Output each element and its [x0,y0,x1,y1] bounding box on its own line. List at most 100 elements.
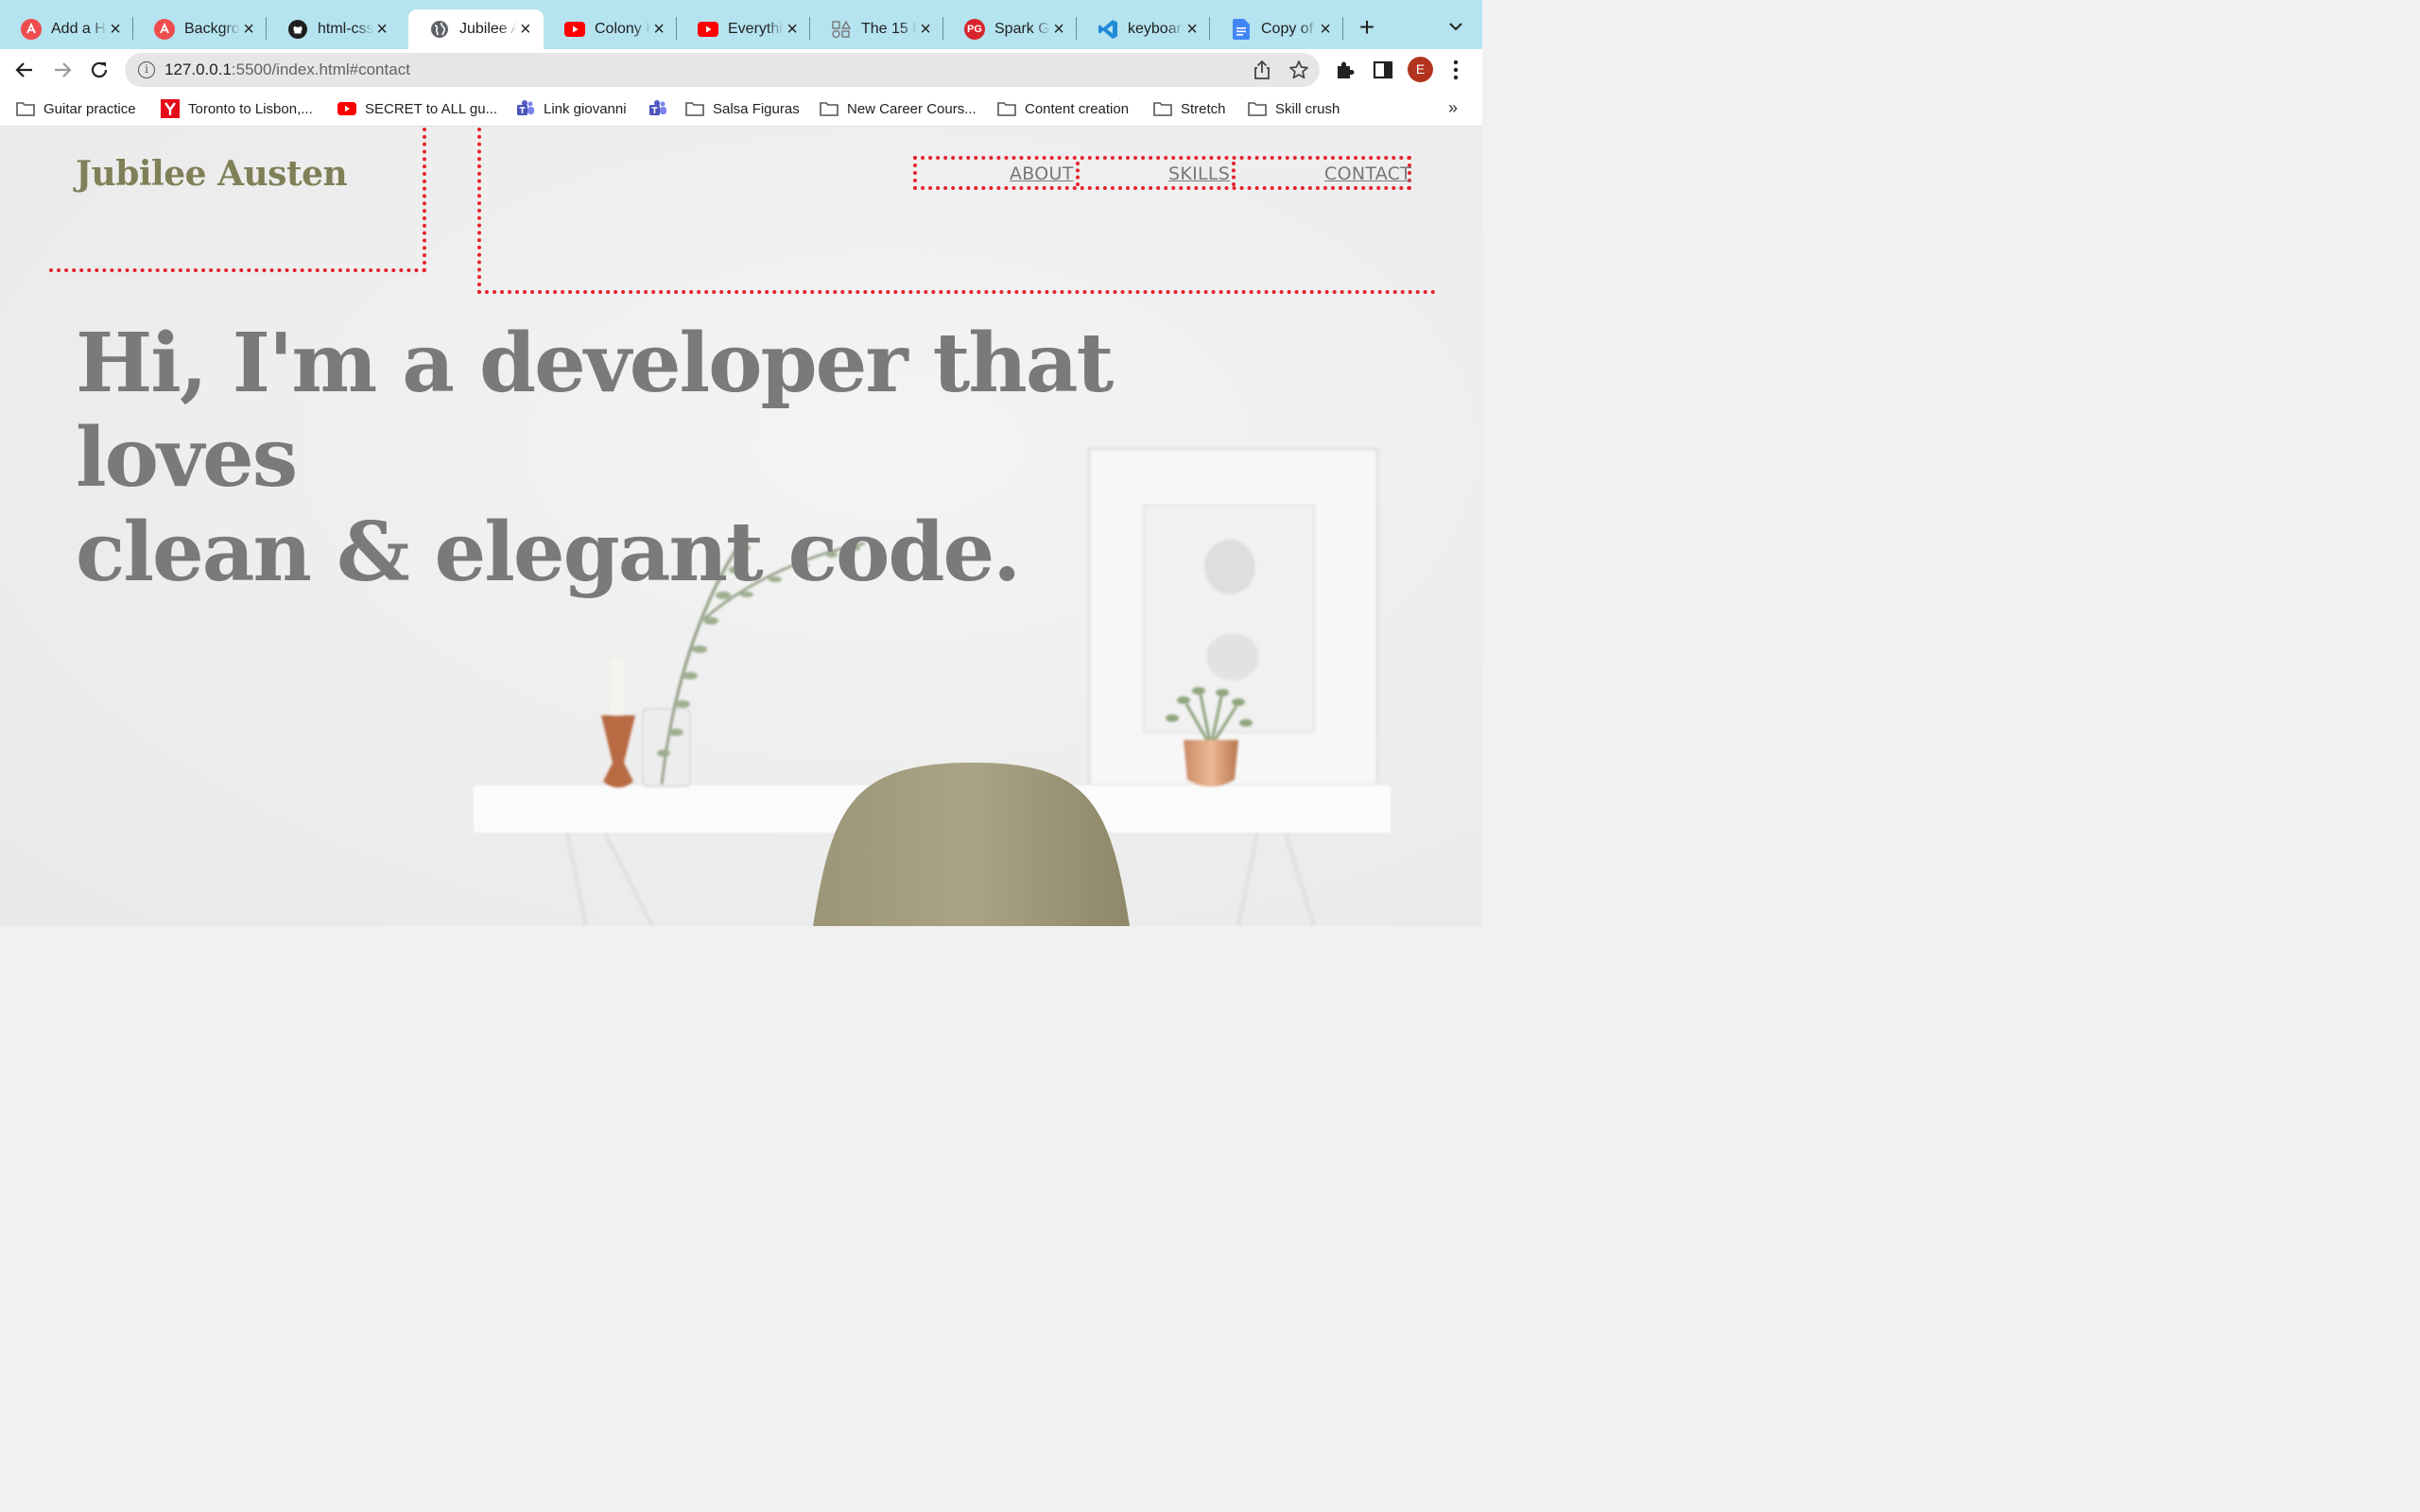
youtube-icon [564,19,585,40]
forward-button[interactable] [47,55,78,85]
tab[interactable]: Background Image × [133,9,267,49]
reload-button[interactable] [84,55,114,85]
bookmark-item[interactable]: Guitar practice [16,98,136,119]
tab[interactable]: html-css × [267,9,400,49]
docs-icon [1231,19,1252,40]
folder-icon [685,99,704,118]
site-info-icon[interactable]: i [138,61,155,78]
bookmark-item[interactable]: SECRET to ALL gu... [337,98,497,119]
chevron-down-icon [1449,23,1462,31]
arrow-right-icon [55,62,72,77]
tab-title: Copy of [1261,21,1314,37]
bookmark-label: Content creation [1025,100,1130,117]
tab[interactable]: keyboard × [1077,9,1210,49]
close-icon[interactable]: × [240,20,257,39]
bookmark-label: Guitar practice [43,100,136,117]
url-path: :5500/index.html#contact [231,60,410,78]
bookmark-item[interactable]: Toronto to Lisbon,... [161,98,313,119]
nav-item-outline [1232,162,1236,186]
bookmark-label: Toronto to Lisbon,... [188,100,313,117]
folder-icon [1248,99,1267,118]
extensions-icon[interactable] [1334,59,1357,81]
tab-search-button[interactable] [1443,13,1469,42]
close-icon[interactable]: × [1050,20,1067,39]
bookmark-item[interactable]: New Career Cours... [820,98,977,119]
url-host: 127.0.0.1 [164,60,232,78]
bookmark-item[interactable]: Link giovanni [516,98,627,119]
browser-toolbar: i 127.0.0.1:5500/index.html#contact E [0,49,1482,91]
tab[interactable]: PG Spark GO × [943,9,1077,49]
tab-divider [1342,17,1343,40]
tab-title: Spark GO [994,21,1050,37]
youtube-icon [337,99,356,118]
close-icon[interactable]: × [107,20,124,39]
nav-link-label: ABOUT [1010,163,1074,184]
bookmark-label: Link giovanni [544,100,627,117]
tab-title: Jubilee Austen [459,21,517,37]
close-icon[interactable]: × [650,20,667,39]
nav-link-about[interactable]: ABOUT [1010,162,1080,186]
bookmark-item[interactable]: Salsa Figuras [685,98,800,119]
side-panel-icon[interactable] [1372,59,1394,81]
tab-title: Everything [728,21,784,37]
bookmark-item[interactable]: Skill crush [1248,98,1340,119]
more-menu-icon[interactable] [1446,59,1465,81]
tab-title: keyboard [1128,21,1184,37]
nav-item-outline [1075,162,1080,186]
tab-strip: Add a Header × Background Image × html-c… [0,0,1482,49]
shapes-icon [831,19,852,40]
bookmark-item[interactable] [648,98,676,119]
bookmark-label: New Career Cours... [847,100,977,117]
bookmarks-bar: Guitar practice Toronto to Lisbon,... SE… [0,91,1482,127]
yelp-icon [161,99,180,118]
pg-icon: PG [964,19,985,40]
bookmark-label: SECRET to ALL gu... [365,100,498,117]
github-icon [287,19,308,40]
folder-icon [820,99,838,118]
tab[interactable]: Add a Header × [0,9,133,49]
reload-icon [91,61,108,78]
teams-icon [516,99,535,118]
tab[interactable]: Colony House × [544,9,677,49]
site-brand[interactable]: Jubilee Austen [76,154,348,194]
new-tab-button[interactable]: + [1354,13,1380,42]
more-bookmarks-button[interactable]: » [1448,98,1458,118]
close-icon[interactable]: × [917,20,934,39]
tab-title: html-css [318,21,374,37]
nav-link-contact[interactable]: CONTACT [1324,163,1411,184]
url-text[interactable]: 127.0.0.1:5500/index.html#contact [164,60,410,79]
tab[interactable]: The 15 Most × [810,9,943,49]
star-icon[interactable] [1288,60,1309,80]
address-bar[interactable]: i 127.0.0.1:5500/index.html#contact [125,53,1320,87]
skillcrush-icon [21,19,42,40]
close-icon[interactable]: × [1184,20,1201,39]
nav-link-skills[interactable]: SKILLS [1168,162,1236,186]
close-icon[interactable]: × [517,20,534,39]
tab[interactable]: Copy of × [1210,9,1343,49]
folder-icon [1153,99,1172,118]
share-icon[interactable] [1252,60,1272,80]
tab[interactable]: Everything × [677,9,810,49]
web-page: Jubilee Austen ABOUT SKILLS CONTACT Hi, … [0,128,1482,926]
bookmark-label: Stretch [1181,100,1226,117]
close-icon[interactable]: × [784,20,801,39]
youtube-icon [698,19,718,40]
bookmark-label: Skill crush [1275,100,1340,117]
back-button[interactable] [9,55,40,85]
nav-link-label: SKILLS [1168,163,1231,184]
tab-title: The 15 Most [861,21,917,37]
avatar[interactable]: E [1408,57,1433,82]
bookmark-label: Salsa Figuras [713,100,800,117]
close-icon[interactable]: × [373,20,390,39]
hero-line-2: clean & elegant code. [76,505,1021,600]
bookmark-item[interactable]: Stretch [1153,98,1226,119]
nav-container [477,128,1436,294]
close-icon[interactable]: × [1317,20,1334,39]
site-nav: ABOUT SKILLS CONTACT [913,156,1411,190]
tab-title: Add a Header [51,21,107,37]
bookmark-item[interactable]: Content creation [997,98,1129,119]
tab-active[interactable]: Jubilee Austen × [408,9,544,49]
tab-title: Colony House [595,21,650,37]
vscode-icon [1098,19,1118,40]
teams-icon [648,99,667,118]
